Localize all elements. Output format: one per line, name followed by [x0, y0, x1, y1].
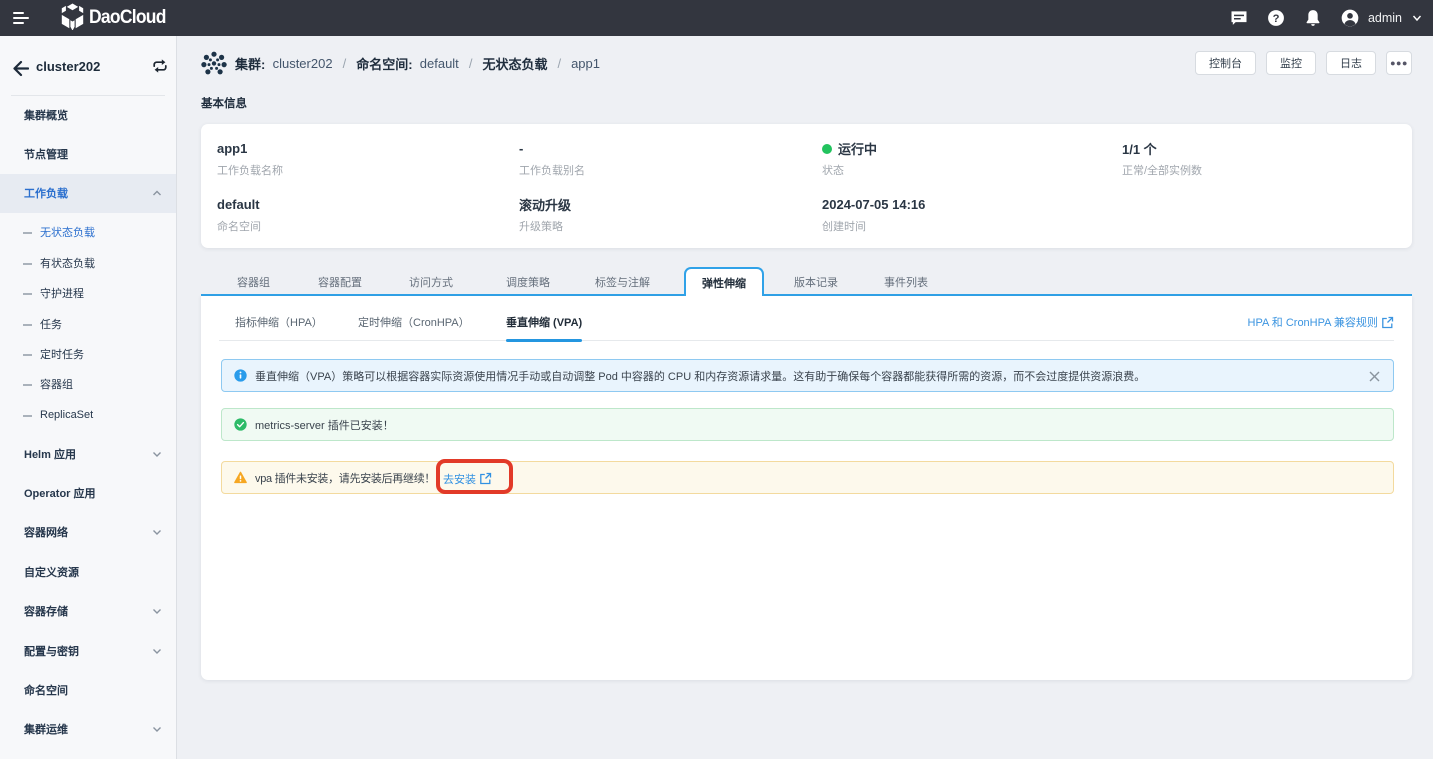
- svg-text:?: ?: [1273, 13, 1280, 25]
